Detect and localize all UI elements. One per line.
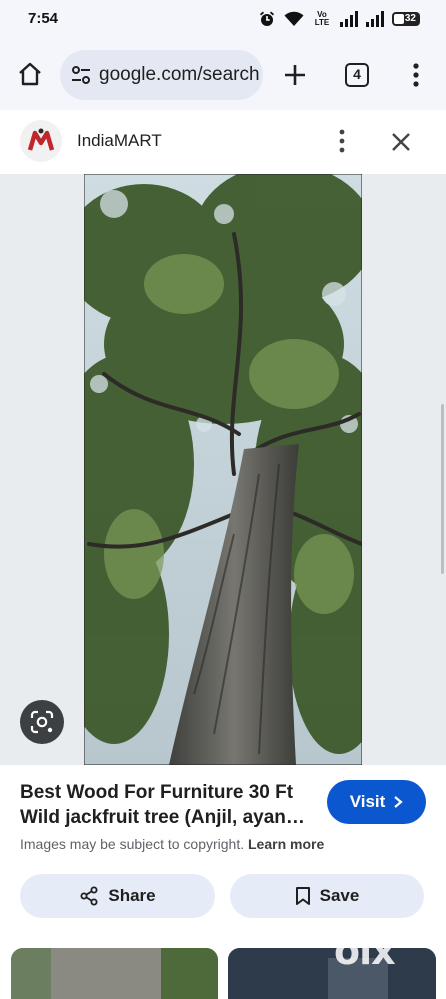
save-label: Save xyxy=(319,886,360,905)
google-lens-button[interactable] xyxy=(20,700,64,744)
status-bar: 7:54 Vo LTE 32 xyxy=(0,0,446,40)
tab-switcher-button[interactable]: 4 xyxy=(345,63,369,87)
signal-icon xyxy=(340,11,358,27)
network-label: Vo LTE xyxy=(314,10,330,27)
status-icons: Vo LTE 32 xyxy=(258,10,420,28)
google-lens-icon xyxy=(30,710,54,734)
new-tab-button[interactable] xyxy=(282,62,308,88)
url-text: google.com/search xyxy=(99,64,259,85)
browser-toolbar: google.com/search 4 xyxy=(0,40,446,110)
status-time: 7:54 xyxy=(28,10,59,27)
image-viewer xyxy=(0,174,446,765)
chevron-right-icon xyxy=(394,796,404,808)
share-icon xyxy=(80,886,98,906)
site-settings-icon[interactable] xyxy=(70,64,92,86)
indiamart-logo[interactable] xyxy=(20,120,62,162)
share-label: Share xyxy=(108,886,156,905)
learn-more-link[interactable]: Learn more xyxy=(248,836,324,852)
related-image-thumbnail[interactable] xyxy=(228,948,436,999)
source-header: IndiaMART xyxy=(0,110,446,174)
bookmark-icon xyxy=(295,887,310,905)
signal-icon xyxy=(366,11,384,27)
copyright-text: Images may be subject to copyright. xyxy=(20,836,245,852)
visit-label: Visit xyxy=(349,792,386,811)
related-image-thumbnail[interactable] xyxy=(11,948,218,999)
more-vert-icon[interactable] xyxy=(406,62,426,88)
scrollbar-thumb[interactable] xyxy=(441,404,444,574)
result-title[interactable]: Best Wood For Furniture 30 Ft Wild jackf… xyxy=(20,780,320,830)
home-icon xyxy=(19,62,41,86)
more-vert-icon[interactable] xyxy=(332,128,352,154)
save-button[interactable]: Save xyxy=(230,874,424,918)
olx-watermark: olx xyxy=(334,929,396,973)
battery-icon: 32 xyxy=(392,12,420,26)
home-button[interactable] xyxy=(14,58,46,90)
tree-image[interactable] xyxy=(84,174,362,765)
visit-button[interactable]: Visit xyxy=(327,780,426,824)
close-icon[interactable] xyxy=(389,130,413,154)
source-name[interactable]: IndiaMART xyxy=(77,131,162,151)
wifi-icon xyxy=(284,11,304,26)
battery-level: 32 xyxy=(404,13,416,24)
copyright-notice: Images may be subject to copyright. Lear… xyxy=(20,836,324,852)
address-bar[interactable]: google.com/search xyxy=(60,50,263,100)
result-info-panel: Best Wood For Furniture 30 Ft Wild jackf… xyxy=(0,765,446,999)
alarm-icon xyxy=(260,11,274,26)
indiamart-logo-mark xyxy=(27,128,55,151)
share-button[interactable]: Share xyxy=(20,874,215,918)
